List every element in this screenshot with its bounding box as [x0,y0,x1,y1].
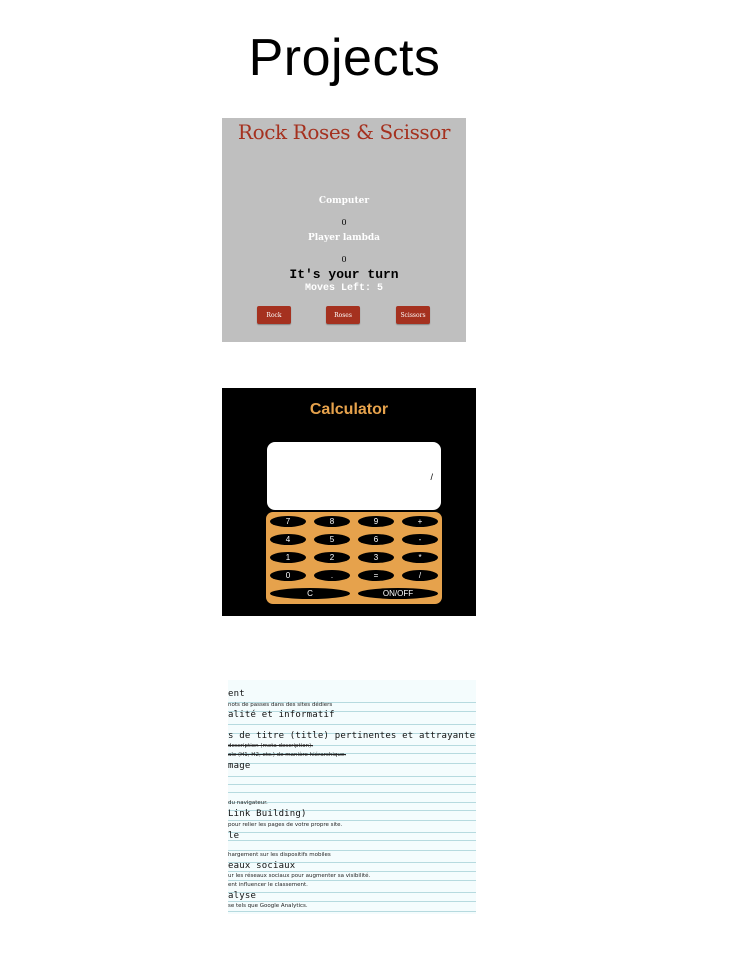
rule-line [228,763,476,764]
rps-player-score: 0 [341,255,347,264]
seo-heading: alyse [228,891,257,901]
rule-line [228,840,476,841]
rock-button[interactable]: Rock [257,306,291,324]
key-7[interactable]: 7 [270,516,306,527]
seo-heading: s de titre (title) pertinentes et attray… [228,731,476,741]
seo-subtext: description (meta description). [228,743,313,749]
rule-line [228,880,476,881]
seo-heading: Link Building) [228,809,307,819]
page-title: Projects [248,29,441,87]
rule-line [228,820,476,821]
project-seo-checklist-preview[interactable]: ent nots de passes dans des sites dédier… [228,680,476,914]
key-minus[interactable]: - [402,534,438,545]
seo-subtext: ur les réseaux sociaux pour augmenter sa… [228,873,371,879]
seo-heading: le [228,831,240,841]
seo-heading: alité et informatif [228,710,335,720]
rule-line [228,832,476,833]
rule-line [228,724,476,725]
key-clear[interactable]: C [270,588,350,599]
calculator-display-value: / [430,472,433,482]
key-9[interactable]: 9 [358,516,394,527]
rps-turn-text: It's your turn [289,267,399,282]
seo-heading: eaux sociaux [228,861,296,871]
key-6[interactable]: 6 [358,534,394,545]
rule-line [228,784,476,785]
seo-subtext: ent influencer le classement. [228,882,308,888]
rule-line [228,892,476,893]
key-equals[interactable]: = [358,570,394,581]
key-4[interactable]: 4 [270,534,306,545]
rule-line [228,911,476,912]
seo-heading: mage [228,761,251,771]
seo-subtext: se tels que Google Analytics. [228,903,308,909]
key-8[interactable]: 8 [314,516,350,527]
seo-subtext: hargement sur les dispositifs mobiles [228,852,331,858]
calculator-title: Calculator [309,401,389,418]
seo-subtext: du navigateur. [228,800,268,806]
key-5[interactable]: 5 [314,534,350,545]
key-multiply[interactable]: * [402,552,438,563]
rule-line [228,871,476,872]
project-calculator-preview[interactable]: Calculator / 7 8 9 + 4 5 6 - 1 2 3 * 0 .… [222,388,476,616]
rps-player-label: Player lambda [307,233,381,243]
scissors-button[interactable]: Scissors [396,306,430,324]
key-divide[interactable]: / [402,570,438,581]
key-decimal[interactable]: . [314,570,350,581]
rule-line [228,792,476,793]
key-3[interactable]: 3 [358,552,394,563]
calculator-display: / [267,442,441,510]
key-on-off[interactable]: ON/OFF [358,588,438,599]
rps-title: Rock Roses & Scissor [237,120,451,144]
seo-subtext: ale (H1, H2, etc.) de manière hiérarchiq… [228,752,346,758]
rps-moves-left: Moves Left: 5 [304,283,383,294]
rule-line [228,901,476,902]
project-rock-roses-scissor-preview[interactable]: Rock Roses & Scissor Computer 0 Player l… [222,118,466,342]
rule-line [228,776,476,777]
rps-computer-label: Computer [318,196,370,206]
roses-button[interactable]: Roses [326,306,360,324]
seo-heading: ent [228,689,245,699]
key-0[interactable]: 0 [270,570,306,581]
seo-subtext: nots de passes dans des sites dédiers [228,702,333,708]
seo-subtext: pour relier les pages de votre propre si… [228,822,343,828]
key-2[interactable]: 2 [314,552,350,563]
calculator-keypad: 7 8 9 + 4 5 6 - 1 2 3 * 0 . = / C ON/OFF [266,512,442,604]
key-1[interactable]: 1 [270,552,306,563]
rule-line [228,850,476,851]
key-plus[interactable]: + [402,516,438,527]
rps-computer-score: 0 [341,218,347,227]
